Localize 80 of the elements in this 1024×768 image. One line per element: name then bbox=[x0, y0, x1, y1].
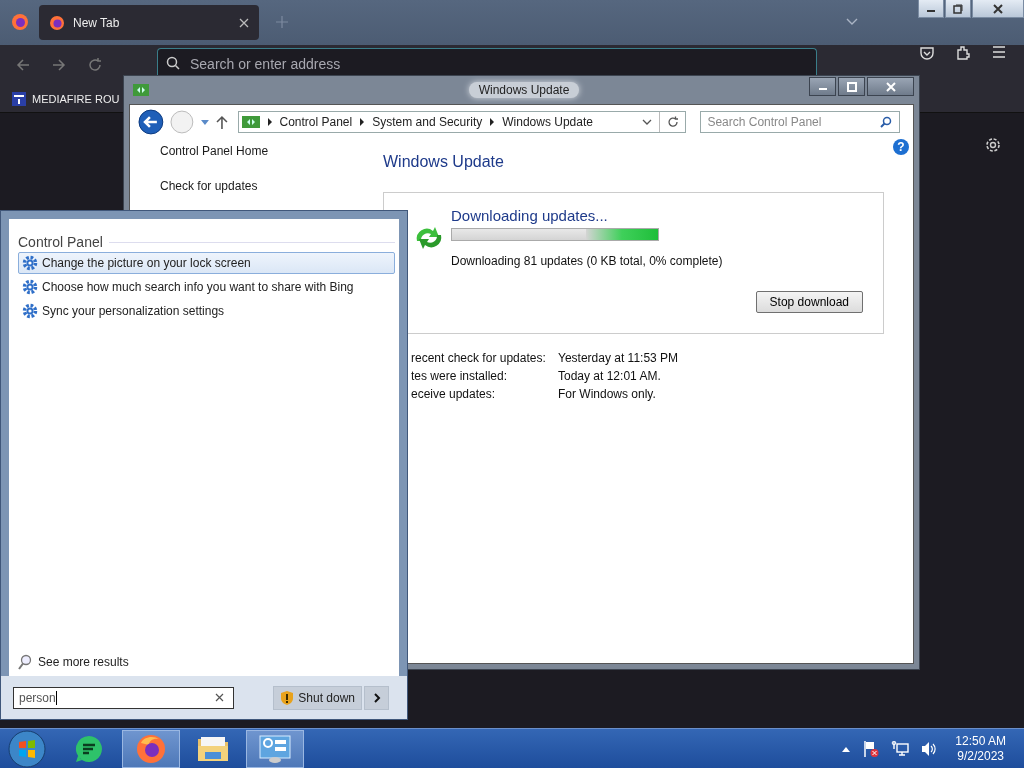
breadcrumb-item[interactable]: Control Panel bbox=[279, 115, 353, 129]
maximize-icon bbox=[846, 81, 857, 92]
volume-icon[interactable] bbox=[921, 740, 938, 757]
flag-icon[interactable] bbox=[863, 739, 880, 758]
firefox-icon bbox=[49, 14, 65, 31]
info-label: recent check for updates: bbox=[411, 351, 547, 365]
restore-button[interactable] bbox=[945, 0, 971, 18]
info-value: For Windows only. bbox=[558, 387, 657, 401]
search-result[interactable]: Change the picture on your lock screen bbox=[18, 252, 395, 274]
search-field[interactable]: person bbox=[13, 686, 234, 709]
info-value: Yesterday at 11:53 PM bbox=[558, 351, 680, 365]
info-label: tes were installed: bbox=[411, 369, 509, 383]
search-field[interactable]: Search Control Panel bbox=[700, 111, 900, 133]
close-button[interactable] bbox=[867, 77, 914, 96]
search-icon bbox=[18, 654, 32, 670]
maximize-button[interactable] bbox=[838, 77, 865, 96]
nav-link[interactable]: Check for updates bbox=[160, 179, 383, 193]
shut-down-options-button[interactable] bbox=[364, 685, 389, 710]
search-result[interactable]: Choose how much search info you want to share with Bing bbox=[18, 276, 395, 298]
restore-icon bbox=[953, 3, 963, 14]
firefox-icon[interactable] bbox=[11, 13, 29, 31]
reload-icon[interactable] bbox=[87, 57, 103, 73]
status-title: Downloading updates... bbox=[451, 207, 609, 224]
dropdown-icon[interactable] bbox=[199, 118, 210, 126]
shield-icon bbox=[280, 689, 295, 706]
window-title: Windows Update bbox=[468, 82, 580, 98]
puzzle-icon[interactable] bbox=[955, 45, 971, 61]
close-icon bbox=[884, 81, 897, 92]
gear-icon bbox=[22, 255, 38, 271]
arrow-right-icon[interactable] bbox=[359, 118, 366, 126]
shut-down-button[interactable]: Shut down bbox=[273, 685, 362, 710]
gear-icon bbox=[22, 303, 38, 319]
firefox-icon bbox=[135, 732, 167, 765]
breadcrumb-item[interactable]: Windows Update bbox=[502, 115, 593, 129]
breadcrumb-item[interactable]: System and Security bbox=[372, 115, 483, 129]
minimize-button[interactable] bbox=[809, 77, 836, 96]
nav-link[interactable]: Control Panel Home bbox=[160, 144, 383, 158]
see-more-link[interactable]: See more results bbox=[18, 654, 395, 670]
refresh-icon[interactable] bbox=[667, 116, 680, 128]
start-orb-icon[interactable] bbox=[8, 729, 46, 768]
clock[interactable]: 12:50 AM 9/2/2023 bbox=[955, 733, 1006, 764]
stop-download-button[interactable]: Stop download bbox=[755, 291, 863, 313]
page-heading: Windows Update bbox=[383, 153, 505, 171]
pocket-icon[interactable] bbox=[919, 45, 935, 61]
app-icon bbox=[133, 84, 149, 96]
menu-icon[interactable] bbox=[991, 45, 1007, 59]
firefox-taskbar-button[interactable] bbox=[122, 729, 180, 768]
search-result[interactable]: Sync your personalization settings bbox=[18, 300, 395, 322]
tab-title: New Tab bbox=[73, 15, 121, 30]
search-icon bbox=[880, 116, 892, 128]
up-arrow-icon[interactable] bbox=[215, 115, 228, 129]
search-icon bbox=[166, 56, 180, 70]
back-icon[interactable] bbox=[138, 109, 164, 135]
close-button[interactable] bbox=[972, 0, 1024, 18]
close-icon bbox=[992, 3, 1004, 14]
chevron-down-icon[interactable] bbox=[642, 118, 653, 126]
browser-tab[interactable]: New Tab bbox=[39, 5, 259, 40]
minimize-button[interactable] bbox=[918, 0, 944, 18]
clear-icon[interactable] bbox=[215, 693, 224, 702]
settings-icon[interactable] bbox=[984, 136, 1002, 154]
arrow-right-icon[interactable] bbox=[266, 118, 273, 126]
close-icon[interactable] bbox=[239, 17, 249, 28]
address-field[interactable]: Search or enter address bbox=[157, 48, 817, 75]
control-panel-icon bbox=[258, 733, 292, 764]
arrow-right-icon[interactable] bbox=[489, 118, 496, 126]
chevron-right-icon bbox=[372, 692, 381, 703]
control-panel-taskbar-button[interactable] bbox=[246, 729, 304, 768]
network-icon[interactable] bbox=[891, 740, 910, 757]
status-detail: Downloading 81 updates (0 KB total, 0% complete) bbox=[451, 254, 724, 268]
address-bar[interactable]: Control Panel System and Security Windows Update bbox=[237, 111, 687, 133]
info-label: eceive updates: bbox=[411, 387, 497, 401]
chat-bubble-icon bbox=[74, 733, 104, 764]
gear-icon bbox=[22, 279, 38, 295]
help-icon[interactable]: ? bbox=[893, 139, 909, 155]
bookmark-icon bbox=[12, 91, 26, 106]
bookmark[interactable]: MEDIAFIRE ROU bbox=[12, 91, 120, 106]
group-heading: Control Panel bbox=[18, 234, 103, 250]
chevron-down-icon[interactable] bbox=[846, 18, 858, 26]
app-icon bbox=[241, 116, 260, 128]
info-value: Today at 12:01 AM. bbox=[558, 369, 662, 383]
